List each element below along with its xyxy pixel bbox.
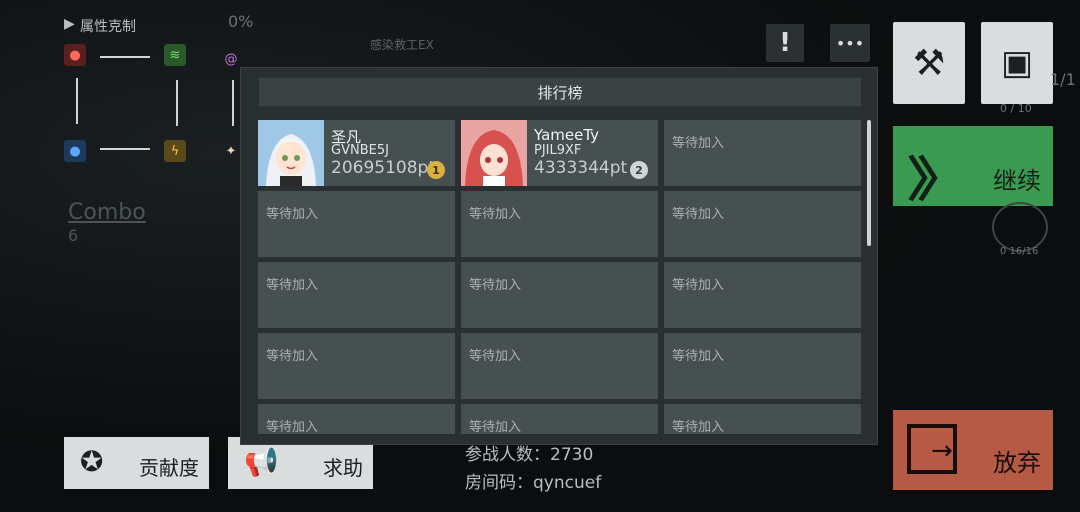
waiting-label: 等待加入 [672, 420, 725, 434]
continue-button[interactable]: 〉〉 继续 [893, 126, 1053, 208]
empty-slot: 等待加入 [664, 120, 861, 186]
give-up-label: 放弃 [993, 449, 1041, 477]
empty-slot: 等待加入 [258, 404, 455, 434]
attribute-arrow [176, 80, 178, 126]
player-name: YameeTy [534, 126, 600, 144]
ribbon-medal-icon: ✪ [80, 445, 104, 478]
rank-medal-icon: 1 [427, 161, 445, 179]
attribute-arrow [100, 56, 150, 58]
attribute-counter-title[interactable]: 属性克制 [80, 16, 136, 36]
robot-arm-icon[interactable]: ⚒ [893, 22, 965, 104]
empty-slot: 等待加入 [664, 262, 861, 328]
backpack-icon[interactable]: ▣ [981, 22, 1053, 104]
leaderboard-modal: 排行榜 圣凡 GVNBE5J 20695108pt 1 YameeTy PJIL… [240, 67, 878, 445]
counter-small: 0 / 10 [1000, 102, 1032, 115]
empty-slot: 等待加入 [461, 404, 658, 434]
player-avatar [258, 120, 324, 186]
waiting-label: 等待加入 [672, 278, 725, 293]
waiting-label: 等待加入 [266, 278, 319, 293]
empty-slot: 等待加入 [461, 333, 658, 399]
contribution-button[interactable]: ✪ 贡献度 [64, 437, 209, 489]
alert-icon[interactable]: ! [766, 24, 804, 62]
waiting-label: 等待加入 [672, 136, 725, 151]
leaderboard-player-card[interactable]: YameeTy PJIL9XF 4333344pt 2 [461, 120, 658, 186]
waiting-label: 等待加入 [469, 207, 522, 222]
room-code[interactable]: 房间码：qyncuef [465, 468, 601, 493]
double-chevron-right-icon: 〉〉 [907, 152, 965, 208]
rank-medal-icon: 2 [630, 161, 648, 179]
player-avatar [461, 120, 527, 186]
lightning-icon: ϟ [164, 140, 186, 162]
progress-percent: 0% [228, 12, 254, 31]
player-points: 4333344pt [534, 158, 628, 178]
stage-name: 感染救工EX [370, 38, 434, 52]
waiting-label: 等待加入 [469, 349, 522, 364]
empty-slot: 等待加入 [258, 191, 455, 257]
empty-slot: 等待加入 [664, 191, 861, 257]
combo-value: 6 [68, 226, 79, 245]
leaderboard-title: 排行榜 [259, 78, 861, 106]
leaderboard-grid[interactable]: 圣凡 GVNBE5J 20695108pt 1 YameeTy PJIL9XF … [258, 120, 864, 434]
attribute-arrow [100, 148, 150, 150]
contribution-label: 贡献度 [139, 456, 199, 480]
fire-icon: ● [64, 44, 86, 66]
waiting-label: 等待加入 [672, 207, 725, 222]
player-id: PJIL9XF [534, 143, 582, 158]
empty-slot: 等待加入 [461, 191, 658, 257]
waiting-label: 等待加入 [469, 420, 522, 434]
give-up-button[interactable]: → 放弃 [893, 410, 1053, 490]
dark-swirl-icon: @ [224, 51, 238, 67]
waiting-label: 等待加入 [266, 207, 319, 222]
exit-icon: → [907, 424, 957, 474]
light-star-icon: ✦ [225, 143, 237, 159]
waiting-label: 等待加入 [266, 420, 319, 434]
empty-slot: 等待加入 [664, 333, 861, 399]
continue-label: 继续 [993, 167, 1041, 195]
counter-right: 1/1 [1050, 70, 1076, 89]
player-id: GVNBE5J [331, 143, 389, 158]
wind-icon: ≋ [164, 44, 186, 66]
empty-slot: 等待加入 [258, 262, 455, 328]
chat-icon[interactable]: ••• [830, 24, 870, 62]
leaderboard-scrollbar[interactable] [867, 120, 871, 246]
help-label: 求助 [323, 456, 363, 480]
attribute-arrow [76, 78, 78, 124]
expand-triangle-icon[interactable]: ▶ [64, 16, 75, 32]
empty-slot: 等待加入 [258, 333, 455, 399]
combo-label: Combo [68, 200, 146, 225]
attribute-arrow [232, 80, 234, 126]
water-icon: ● [64, 140, 86, 162]
support-count: 0 16/16 [1000, 246, 1039, 257]
support-badge-icon[interactable] [992, 202, 1048, 252]
waiting-label: 等待加入 [266, 349, 319, 364]
megaphone-icon: 📢 [244, 445, 279, 478]
leaderboard-player-card[interactable]: 圣凡 GVNBE5J 20695108pt 1 [258, 120, 455, 186]
player-points: 20695108pt [331, 158, 435, 178]
waiting-label: 等待加入 [672, 349, 725, 364]
empty-slot: 等待加入 [461, 262, 658, 328]
waiting-label: 等待加入 [469, 278, 522, 293]
empty-slot: 等待加入 [664, 404, 861, 434]
